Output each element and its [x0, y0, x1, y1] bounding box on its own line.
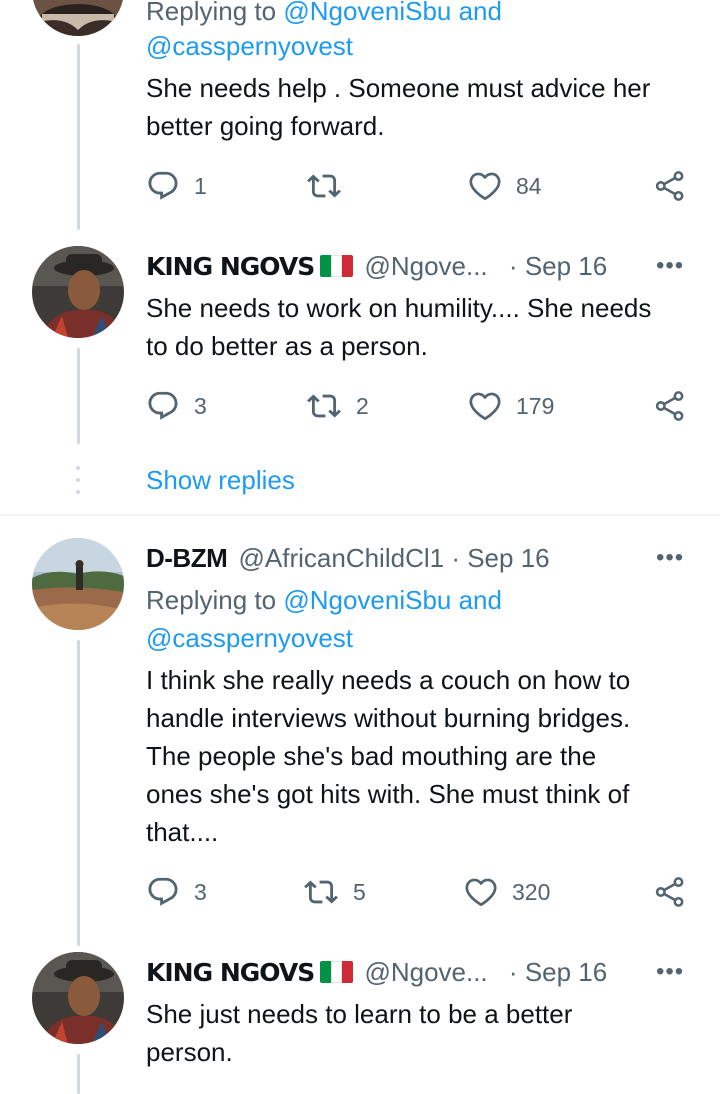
- thread-dot: [76, 490, 80, 494]
- reply-count: 1: [194, 172, 207, 199]
- italy-flag-icon: [320, 961, 354, 983]
- tweet-text-line: She needs help . Someone must advice her: [146, 73, 651, 103]
- display-name[interactable]: KING NGOVS: [146, 958, 315, 987]
- heart-icon: [468, 389, 502, 423]
- retweet-icon: [306, 389, 342, 423]
- mention-link[interactable]: @casspernyovest: [146, 623, 353, 653]
- retweet-count: 5: [353, 878, 366, 905]
- reply-icon: [146, 875, 180, 909]
- retweet-icon: [303, 875, 339, 909]
- replying-to-2: @casspernyovest: [146, 27, 353, 65]
- tweet-header: D-BZM @AfricanChildCl1 · Sep 16: [146, 540, 550, 576]
- display-name[interactable]: D-BZM: [146, 543, 228, 573]
- more-options-icon[interactable]: •••: [656, 958, 684, 986]
- retweet-button[interactable]: 5: [303, 872, 366, 912]
- mention-link[interactable]: @NgoveniSbu: [283, 0, 451, 26]
- avatar[interactable]: [32, 952, 124, 1044]
- retweet-count: 2: [356, 392, 369, 419]
- share-button[interactable]: [653, 166, 687, 206]
- replying-to: Replying to @NgoveniSbu and: [146, 581, 502, 619]
- italy-flag-icon: [320, 255, 354, 277]
- display-name[interactable]: KING NGOVS: [146, 252, 315, 281]
- user-handle[interactable]: @Ngove...: [364, 957, 487, 987]
- separator-dot: ·: [508, 957, 518, 987]
- thread-dot: [76, 466, 80, 470]
- like-button[interactable]: 179: [468, 386, 554, 426]
- tweet-text-line: ones she's got hits with. She must think…: [146, 779, 630, 809]
- divider: [0, 514, 720, 516]
- replying-to-2: @casspernyovest: [146, 619, 353, 657]
- replying-to: Replying to @NgoveniSbu and: [146, 0, 502, 30]
- share-icon: [653, 875, 687, 909]
- tweet-date[interactable]: Sep 16: [525, 251, 607, 281]
- tweet-text-line: The people she's bad mouthing are the: [146, 741, 597, 771]
- tweet-text-line: person.: [146, 1037, 233, 1067]
- replying-to-label: Replying to: [146, 0, 284, 26]
- avatar[interactable]: [32, 538, 124, 630]
- more-options-icon[interactable]: •••: [656, 544, 684, 572]
- tweet-text-line: She just needs to learn to be a better: [146, 999, 573, 1029]
- replying-to-label: Replying to: [146, 585, 284, 615]
- user-handle[interactable]: @Ngove...: [364, 251, 487, 281]
- retweet-button[interactable]: [306, 166, 356, 206]
- share-button[interactable]: [653, 872, 687, 912]
- tweet-header: KING NGOVS @Ngove... · Sep 16: [146, 248, 607, 284]
- reply-count: 3: [194, 392, 207, 419]
- like-count: 320: [512, 878, 551, 905]
- like-count: 84: [516, 172, 542, 199]
- reply-count: 3: [194, 878, 207, 905]
- avatar[interactable]: [32, 246, 124, 338]
- thread-line: [77, 1054, 80, 1094]
- reply-icon: [146, 389, 180, 423]
- tweet-text-line: to do better as a person.: [146, 331, 428, 361]
- thread-line: [77, 44, 80, 230]
- replying-and: and: [451, 585, 502, 615]
- more-options-icon[interactable]: •••: [656, 252, 684, 280]
- replying-and: and: [451, 0, 502, 26]
- show-replies-link[interactable]: Show replies: [146, 462, 295, 498]
- like-count: 179: [516, 392, 555, 419]
- retweet-button[interactable]: 2: [306, 386, 369, 426]
- heart-icon: [468, 169, 502, 203]
- reply-icon: [146, 169, 180, 203]
- separator-dot: ·: [508, 251, 518, 281]
- tweet-text-line: She needs to work on humility.... She ne…: [146, 293, 652, 323]
- like-button[interactable]: 84: [468, 166, 542, 206]
- tweet-date[interactable]: Sep 16: [525, 957, 607, 987]
- tweet-text-line: better going forward.: [146, 111, 385, 141]
- tweet-header: KING NGOVS @Ngove... · Sep 16: [146, 954, 607, 990]
- share-icon: [653, 169, 687, 203]
- reply-button[interactable]: 3: [146, 872, 207, 912]
- heart-icon: [464, 875, 498, 909]
- tweet-text-line: handle interviews without burning bridge…: [146, 703, 631, 733]
- share-button[interactable]: [653, 386, 687, 426]
- like-button[interactable]: 320: [464, 872, 550, 912]
- retweet-icon: [306, 169, 342, 203]
- tweet-date[interactable]: Sep 16: [467, 543, 549, 573]
- tweet-text-line: I think she really needs a couch on how …: [146, 665, 631, 695]
- mention-link[interactable]: @NgoveniSbu: [283, 585, 451, 615]
- thread-line: [77, 640, 80, 946]
- thread-line: [77, 348, 80, 444]
- user-handle[interactable]: @AfricanChildCl1: [239, 543, 445, 573]
- mention-link[interactable]: @casspernyovest: [146, 31, 353, 61]
- reply-button[interactable]: 1: [146, 166, 207, 206]
- avatar[interactable]: [32, 0, 124, 36]
- reply-button[interactable]: 3: [146, 386, 207, 426]
- tweet-text-line: that....: [146, 817, 219, 847]
- thread-dot: [76, 478, 80, 482]
- share-icon: [653, 389, 687, 423]
- separator-dot: ·: [451, 543, 460, 573]
